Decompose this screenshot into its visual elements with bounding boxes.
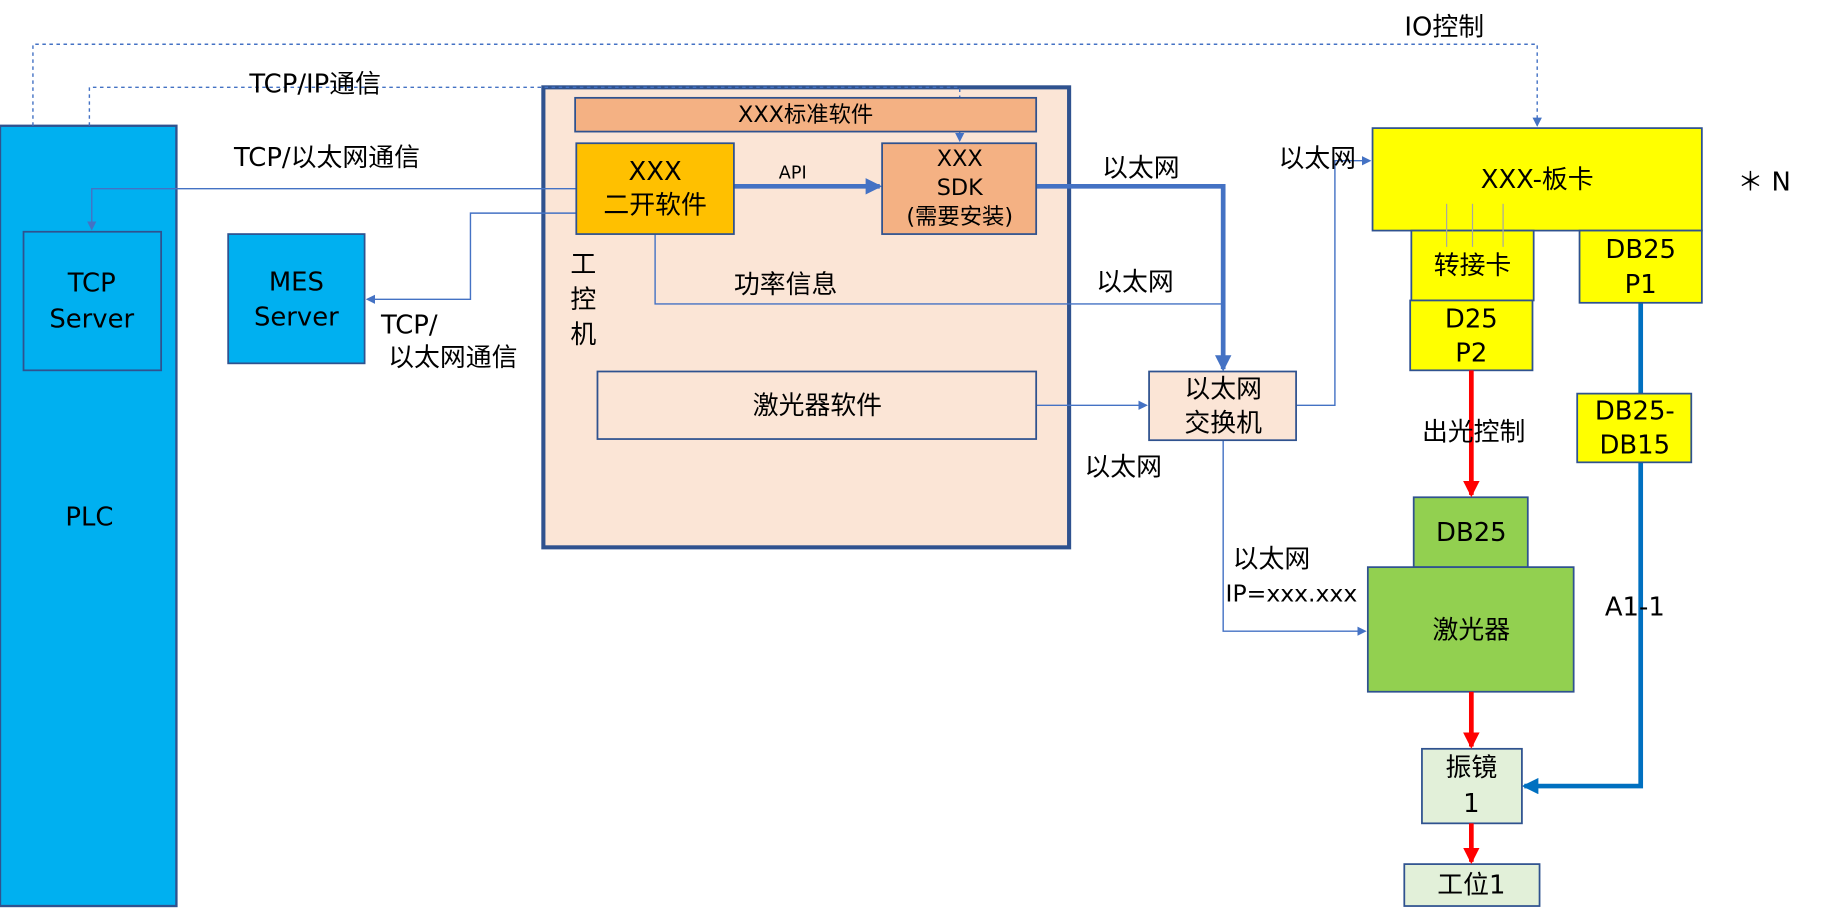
- d25-p2-node: D25 P2: [1409, 299, 1534, 372]
- db25-p1-label: P1: [1625, 270, 1657, 300]
- ipc-label: 机: [570, 320, 596, 350]
- adapter-card-label: 转接卡: [1434, 251, 1512, 281]
- plc-label: PLC: [65, 503, 113, 533]
- laser-software-node: 激光器软件: [596, 370, 1038, 440]
- mes-link-label: 以太网通信: [388, 343, 517, 373]
- standard-software-label: XXX标准软件: [738, 102, 873, 128]
- ethernet-switch-node: 以太网 交换机: [1148, 370, 1297, 442]
- ethernet-label: 以太网: [1102, 153, 1180, 183]
- io-control-label: IO控制: [1404, 13, 1484, 43]
- tcp-server-label: TCP: [67, 269, 116, 299]
- system-architecture-diagram: PLC TCP Server MES Server 工 控 机 XXX标准软件 …: [0, 13, 1791, 908]
- station-label: 工位1: [1437, 871, 1505, 901]
- switch-board-link: [1296, 156, 1372, 406]
- galvo-signal-link: [1521, 302, 1644, 795]
- laser-software-label: 激光器软件: [753, 391, 882, 421]
- db25-db15-label: DB15: [1600, 431, 1671, 461]
- sdk-label: (需要安装): [906, 204, 1013, 230]
- mes-link-label: TCP/: [380, 311, 438, 341]
- d25-p2-label: D25: [1445, 305, 1498, 335]
- ethernet-label: 以太网: [1084, 453, 1162, 483]
- station-node: 工位1: [1403, 863, 1541, 907]
- power-info-label: 功率信息: [734, 270, 837, 300]
- db25-node: DB25: [1412, 496, 1529, 569]
- mes-server-label: MES: [269, 268, 324, 298]
- a1-1-label: A1-1: [1605, 592, 1665, 622]
- multiplier-label: ＊ N: [1737, 167, 1790, 197]
- tcp-ethernet-label: TCP/以太网通信: [233, 143, 420, 173]
- custom-software-label: XXX: [629, 157, 682, 187]
- db25-db15-node: DB25- DB15: [1576, 392, 1693, 464]
- tcp-ip-label: TCP/IP通信: [248, 70, 381, 100]
- sdk-node: XXX SDK (需要安装): [881, 142, 1038, 235]
- switch-label: 以太网: [1184, 375, 1262, 405]
- ethernet-label: 以太网: [1278, 144, 1356, 174]
- laser-node: 激光器: [1366, 566, 1575, 693]
- tcp-server-node: TCP Server: [22, 230, 163, 372]
- api-label: API: [779, 164, 807, 184]
- sdk-label: SDK: [937, 175, 984, 201]
- standard-software-node: XXX标准软件: [574, 96, 1038, 133]
- custom-software-label: 二开软件: [603, 191, 706, 221]
- galvo-node: 振镜 1: [1421, 747, 1523, 825]
- db25-label: DB25: [1436, 518, 1507, 548]
- light-control-label: 出光控制: [1422, 418, 1525, 448]
- custom-software-node: XXX 二开软件: [575, 142, 735, 235]
- switch-label: 交换机: [1184, 408, 1262, 438]
- mes-server-node: MES Server: [227, 233, 366, 365]
- db25-db15-label: DB25-: [1595, 397, 1675, 427]
- ethernet-label: 以太网: [1096, 268, 1174, 298]
- db25-p1-label: DB25: [1605, 235, 1676, 265]
- laser-label: 激光器: [1433, 616, 1511, 646]
- ipc-label: 工: [570, 250, 596, 280]
- tcp-server-label: Server: [49, 305, 134, 335]
- db25-p1-node: DB25 P1: [1578, 229, 1703, 304]
- board-node: XXX-板卡: [1371, 127, 1703, 232]
- ipc-label: 控: [570, 285, 596, 315]
- sdk-label: XXX: [937, 146, 983, 172]
- ip-address-label: IP=xxx.xxx: [1226, 580, 1358, 608]
- galvo-label: 1: [1463, 789, 1479, 819]
- galvo-label: 振镜: [1445, 753, 1497, 783]
- ethernet-label: 以太网: [1233, 545, 1311, 575]
- d25-p2-label: P2: [1455, 339, 1487, 369]
- board-label: XXX-板卡: [1481, 165, 1594, 195]
- mes-server-label: Server: [254, 303, 339, 333]
